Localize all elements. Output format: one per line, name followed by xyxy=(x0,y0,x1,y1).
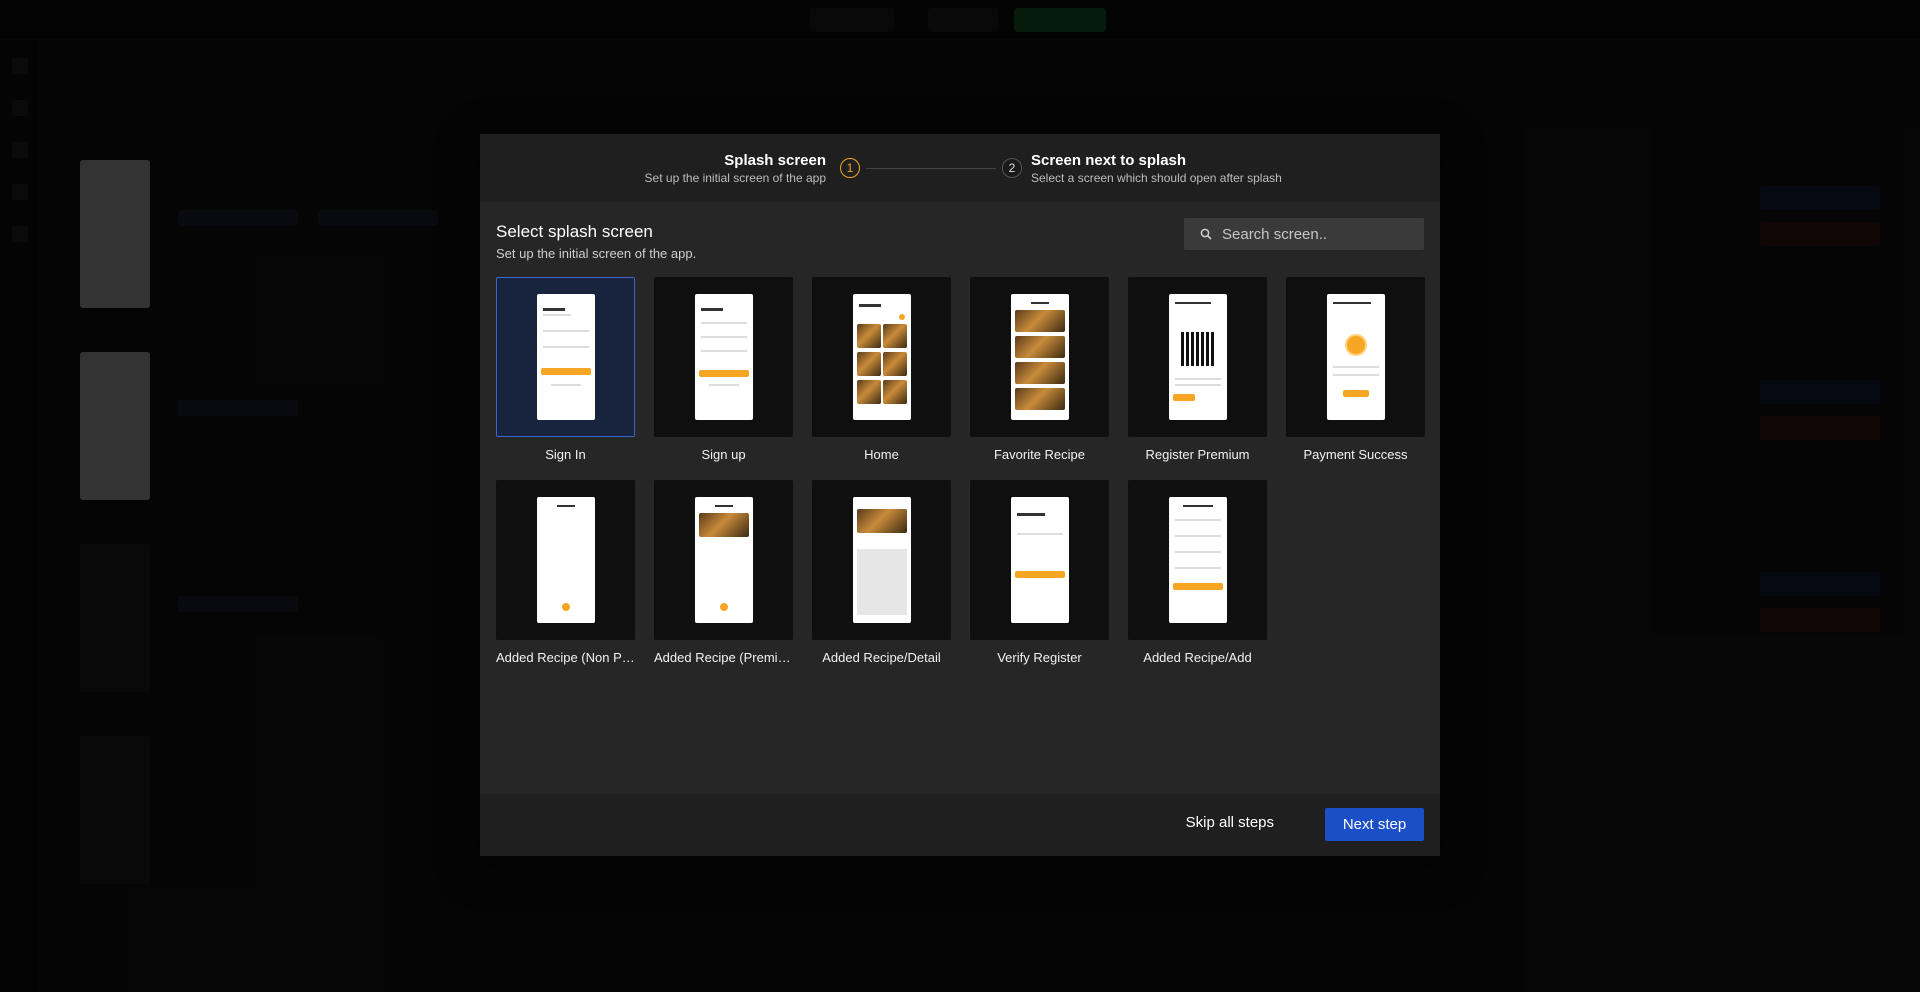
phone-preview xyxy=(1169,294,1227,420)
phone-preview xyxy=(1169,497,1227,623)
splash-setup-modal: Splash screen Set up the initial screen … xyxy=(480,134,1440,856)
phone-preview xyxy=(853,294,911,420)
screen-thumbnail xyxy=(970,277,1109,437)
screen-card-payment-success[interactable]: Payment Success xyxy=(1286,277,1425,462)
screen-label: Added Recipe (Premiu... xyxy=(654,650,793,665)
search-box[interactable] xyxy=(1184,218,1424,250)
screen-thumbnail xyxy=(496,480,635,640)
step-connector xyxy=(866,168,996,169)
screen-card-verify-register[interactable]: Verify Register xyxy=(970,480,1109,665)
screen-card-favorite-recipe[interactable]: Favorite Recipe xyxy=(970,277,1109,462)
screen-card-register-premium[interactable]: Register Premium xyxy=(1128,277,1267,462)
phone-preview xyxy=(537,294,595,420)
phone-preview xyxy=(1327,294,1385,420)
screen-label: Verify Register xyxy=(997,650,1082,665)
screen-label: Favorite Recipe xyxy=(993,447,1086,462)
screen-thumbnail xyxy=(654,480,793,640)
screen-thumbnail xyxy=(1128,277,1267,437)
screen-thumbnail xyxy=(1286,277,1425,437)
screen-card-added-recipe-detail[interactable]: Added Recipe/Detail xyxy=(812,480,951,665)
step-1-indicator[interactable]: 1 xyxy=(840,158,860,178)
stepper: Splash screen Set up the initial screen … xyxy=(480,134,1440,202)
screen-label: Added Recipe/Add xyxy=(1143,650,1252,665)
screen-thumbnail xyxy=(1128,480,1267,640)
screen-card-sign-up[interactable]: Sign up xyxy=(654,277,793,462)
screen-label: Added Recipe (Non Pr... xyxy=(496,650,635,665)
phone-preview xyxy=(537,497,595,623)
search-icon xyxy=(1200,228,1212,240)
modal-footer: Skip all steps Next step xyxy=(480,794,1440,856)
screen-label: Sign In xyxy=(545,447,586,462)
phone-preview xyxy=(1011,294,1069,420)
screen-card-added-recipe-non-premium[interactable]: Added Recipe (Non Pr... xyxy=(496,480,635,665)
content-title: Select splash screen xyxy=(496,222,653,241)
step-1-subtitle: Set up the initial screen of the app xyxy=(644,171,826,185)
screen-grid: Sign In Sign up Home Favorite Recipe Reg… xyxy=(496,277,1425,677)
step-2-subtitle: Select a screen which should open after … xyxy=(1031,171,1282,185)
screen-card-added-recipe-premium[interactable]: Added Recipe (Premiu... xyxy=(654,480,793,665)
screen-label: Added Recipe/Detail xyxy=(822,650,941,665)
screen-label: Register Premium xyxy=(1145,447,1250,462)
search-input[interactable] xyxy=(1222,218,1418,250)
phone-preview xyxy=(853,497,911,623)
step-2-title: Screen next to splash xyxy=(1031,152,1187,169)
screen-thumbnail xyxy=(812,277,951,437)
step-2-indicator[interactable]: 2 xyxy=(1002,158,1022,178)
screen-card-home[interactable]: Home xyxy=(812,277,951,462)
screen-label: Payment Success xyxy=(1303,447,1408,462)
screen-thumbnail xyxy=(970,480,1109,640)
next-step-button[interactable]: Next step xyxy=(1325,808,1424,841)
screen-card-sign-in[interactable]: Sign In xyxy=(496,277,635,462)
screen-thumbnail xyxy=(496,277,635,437)
content-subtitle: Set up the initial screen of the app. xyxy=(496,246,697,261)
phone-preview xyxy=(695,294,753,420)
phone-preview xyxy=(1011,497,1069,623)
screen-label: Sign up xyxy=(701,447,746,462)
step-1-title: Splash screen xyxy=(724,152,826,169)
screen-label: Home xyxy=(864,447,899,462)
screen-card-added-recipe-add[interactable]: Added Recipe/Add xyxy=(1128,480,1267,665)
skip-all-steps-button[interactable]: Skip all steps xyxy=(1186,814,1274,831)
screen-thumbnail xyxy=(654,277,793,437)
phone-preview xyxy=(695,497,753,623)
screen-thumbnail xyxy=(812,480,951,640)
